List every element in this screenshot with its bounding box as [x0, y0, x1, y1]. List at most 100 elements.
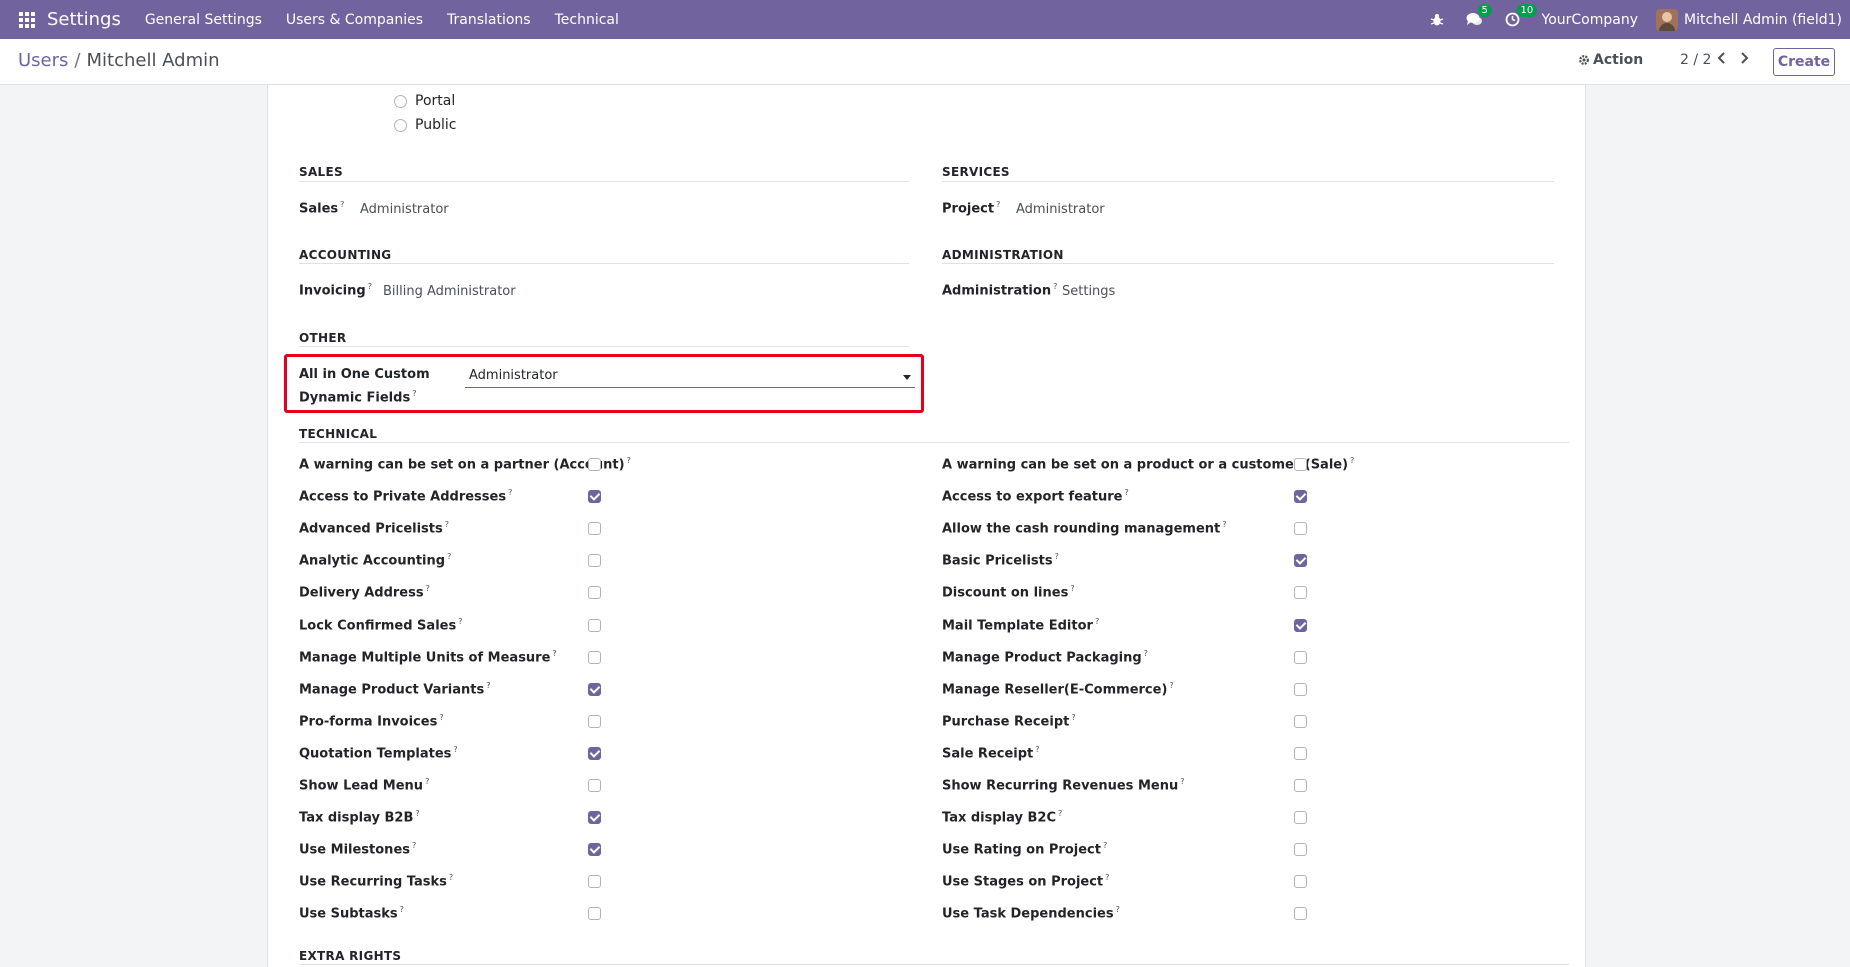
help-tooltip-icon[interactable]: ? [1125, 488, 1129, 497]
tech-right-checkbox[interactable] [1294, 779, 1307, 792]
company-switcher[interactable]: YourCompany [1542, 12, 1639, 28]
tech-right-checkbox[interactable] [1294, 843, 1307, 856]
user-menu[interactable]: Mitchell Admin (field1) [1656, 8, 1842, 31]
help-tooltip-icon[interactable]: ? [1055, 552, 1059, 561]
tech-left-label: Analytic Accounting? [299, 552, 452, 569]
help-tooltip-icon[interactable]: ? [458, 617, 462, 626]
invoicing-value[interactable]: Billing Administrator [383, 284, 516, 299]
help-tooltip-icon[interactable]: ? [627, 456, 631, 465]
help-tooltip-icon[interactable]: ? [447, 552, 451, 561]
tech-left-checkbox[interactable] [588, 683, 601, 696]
portal-radio[interactable] [394, 94, 407, 108]
help-tooltip-icon[interactable]: ? [1103, 841, 1107, 850]
activities-clock-icon[interactable]: 10 [1505, 4, 1538, 27]
help-tooltip-icon[interactable]: ? [449, 873, 453, 882]
administration-value[interactable]: Settings [1062, 284, 1115, 299]
help-tooltip-icon[interactable]: ? [425, 777, 429, 786]
tech-left-checkbox[interactable] [588, 843, 601, 856]
tech-left-checkbox[interactable] [588, 490, 601, 503]
section-divider [299, 263, 909, 264]
control-panel: Users / Mitchell Admin Action 2 / 2 Create [0, 39, 1850, 85]
help-tooltip-icon[interactable]: ? [1071, 713, 1075, 722]
tech-left-checkbox[interactable] [588, 458, 601, 471]
sales-value[interactable]: Administrator [360, 202, 449, 217]
help-tooltip-icon[interactable]: ? [412, 389, 416, 398]
help-tooltip-icon[interactable]: ? [552, 649, 556, 658]
pager-next-icon[interactable] [1739, 51, 1749, 69]
tech-right-checkbox[interactable] [1294, 811, 1307, 824]
menu-technical[interactable]: Technical [555, 12, 619, 28]
help-tooltip-icon[interactable]: ? [439, 713, 443, 722]
dynamic-fields-select[interactable]: Administrator [465, 364, 915, 388]
tech-left-checkbox[interactable] [588, 619, 601, 632]
tech-right-checkbox[interactable] [1294, 586, 1307, 599]
project-value[interactable]: Administrator [1016, 202, 1105, 217]
help-tooltip-icon[interactable]: ? [1053, 282, 1057, 291]
help-tooltip-icon[interactable]: ? [1058, 809, 1062, 818]
tech-left-checkbox[interactable] [588, 651, 601, 664]
tech-right-checkbox[interactable] [1294, 619, 1307, 632]
help-tooltip-icon[interactable]: ? [1095, 617, 1099, 626]
help-tooltip-icon[interactable]: ? [426, 584, 430, 593]
tech-left-checkbox[interactable] [588, 522, 601, 535]
pager-value[interactable]: 2 / 2 [1680, 52, 1711, 68]
tech-right-checkbox[interactable] [1294, 522, 1307, 535]
tech-right-checkbox[interactable] [1294, 907, 1307, 920]
help-tooltip-icon[interactable]: ? [1350, 456, 1354, 465]
app-title[interactable]: Settings [47, 9, 121, 30]
help-tooltip-icon[interactable]: ? [486, 681, 490, 690]
tech-right-checkbox[interactable] [1294, 715, 1307, 728]
action-menu-button[interactable]: Action [1578, 52, 1643, 68]
tech-right-checkbox[interactable] [1294, 747, 1307, 760]
apps-grid-icon[interactable] [19, 11, 35, 28]
help-tooltip-icon[interactable]: ? [340, 200, 344, 209]
help-tooltip-icon[interactable]: ? [1222, 520, 1226, 529]
tech-left-checkbox[interactable] [588, 907, 601, 920]
help-tooltip-icon[interactable]: ? [412, 841, 416, 850]
gear-icon [1579, 55, 1589, 65]
user-type-public[interactable]: Public [394, 117, 456, 133]
help-tooltip-icon[interactable]: ? [445, 520, 449, 529]
messages-chat-icon[interactable]: 5 [1466, 4, 1492, 27]
tech-right-checkbox[interactable] [1294, 554, 1307, 567]
menu-users-companies[interactable]: Users & Companies [286, 12, 423, 28]
help-tooltip-icon[interactable]: ? [1035, 745, 1039, 754]
help-tooltip-icon[interactable]: ? [368, 282, 372, 291]
menu-general-settings[interactable]: General Settings [145, 12, 262, 28]
tech-right-label: Use Stages on Project? [942, 873, 1110, 890]
tech-right-label: A warning can be set on a product or a c… [942, 456, 1355, 473]
tech-right-checkbox[interactable] [1294, 651, 1307, 664]
help-tooltip-icon[interactable]: ? [1180, 777, 1184, 786]
help-tooltip-icon[interactable]: ? [1116, 905, 1120, 914]
tech-right-checkbox[interactable] [1294, 875, 1307, 888]
tech-left-checkbox[interactable] [588, 875, 601, 888]
public-radio[interactable] [394, 118, 407, 132]
dynamic-fields-value: Administrator [469, 368, 558, 383]
help-tooltip-icon[interactable]: ? [1105, 873, 1109, 882]
tech-left-checkbox[interactable] [588, 715, 601, 728]
pager-previous-icon[interactable] [1717, 51, 1727, 69]
help-tooltip-icon[interactable]: ? [453, 745, 457, 754]
portal-label: Portal [415, 93, 456, 109]
help-tooltip-icon[interactable]: ? [1169, 681, 1173, 690]
help-tooltip-icon[interactable]: ? [415, 809, 419, 818]
tech-left-checkbox[interactable] [588, 554, 601, 567]
tech-left-checkbox[interactable] [588, 811, 601, 824]
user-type-portal[interactable]: Portal [394, 93, 455, 109]
tech-left-checkbox[interactable] [588, 586, 601, 599]
debug-bug-icon[interactable] [1430, 13, 1444, 27]
create-button[interactable]: Create [1773, 48, 1835, 76]
help-tooltip-icon[interactable]: ? [508, 488, 512, 497]
help-tooltip-icon[interactable]: ? [996, 200, 1000, 209]
top-navbar: Settings General Settings Users & Compan… [0, 0, 1850, 39]
tech-right-checkbox[interactable] [1294, 683, 1307, 696]
tech-left-checkbox[interactable] [588, 747, 601, 760]
menu-translations[interactable]: Translations [447, 12, 531, 28]
help-tooltip-icon[interactable]: ? [1144, 649, 1148, 658]
help-tooltip-icon[interactable]: ? [1070, 584, 1074, 593]
help-tooltip-icon[interactable]: ? [400, 905, 404, 914]
tech-left-checkbox[interactable] [588, 779, 601, 792]
breadcrumb-users-link[interactable]: Users [18, 50, 68, 71]
tech-right-checkbox[interactable] [1294, 490, 1307, 503]
tech-right-checkbox[interactable] [1294, 458, 1307, 471]
